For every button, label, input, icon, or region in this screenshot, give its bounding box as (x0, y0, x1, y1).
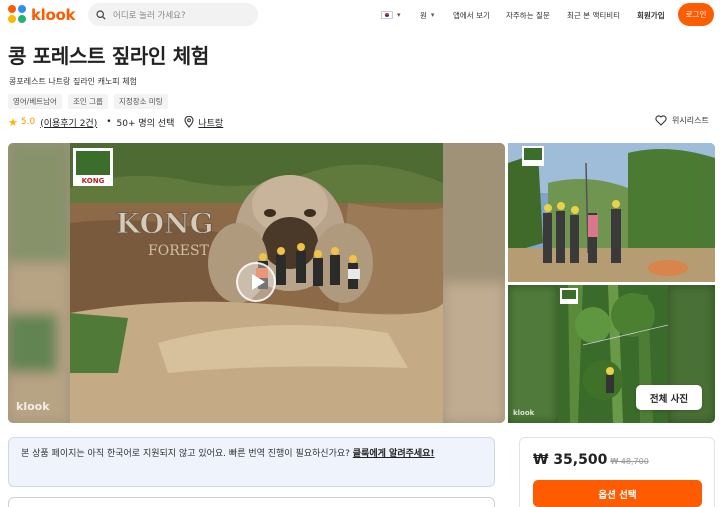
wishlist-label: 위시리스트 (672, 116, 709, 125)
chevron-down-icon: ▾ (397, 11, 401, 19)
login-button[interactable]: 로그인 (678, 3, 714, 26)
nav-app-link[interactable]: 앱에서 보기 (453, 0, 490, 30)
rating-row: ★ 5.0 (이용후기 2건) • 50+ 명의 선택 나트랑 (8, 114, 223, 130)
svg-text:FOREST: FOREST (148, 243, 210, 259)
top-header: klook 어디로 놀러 가세요? ▾ 원 ▾ 앱에서 보기 자주하는 질문 최… (0, 0, 720, 30)
language-selector[interactable]: ▾ (381, 0, 401, 30)
product-tags: 영어/베트남어 조인 그룹 지정장소 미팅 (8, 94, 168, 109)
nav-recent-link[interactable]: 최근 본 액티비티 (567, 0, 620, 30)
group-photo (508, 143, 715, 282)
klook-watermark-small: klook (513, 409, 535, 417)
location-pin-icon (184, 116, 194, 128)
product-subtitle: 콩포레스트 나트랑 짚라인 캐노피 체험 (9, 77, 137, 86)
info-panel (8, 497, 495, 507)
tag-group: 조인 그룹 (67, 94, 108, 109)
search-bar[interactable]: 어디로 놀러 가세요? (88, 3, 258, 26)
logo-wordmark: klook (31, 5, 76, 24)
original-price: ₩ 48,700 (610, 457, 649, 466)
play-video-button[interactable] (236, 262, 276, 302)
nav-faq-link[interactable]: 자주하는 질문 (506, 0, 550, 30)
klook-watermark: klook (16, 400, 50, 413)
klook-logo-icon (8, 5, 27, 24)
location-link[interactable]: 나트랑 (198, 116, 223, 129)
kong-sign-text: KONG (116, 207, 213, 240)
notify-klook-link[interactable]: 클룩에게 알려주세요! (353, 449, 435, 459)
select-option-button[interactable]: 옵션 선택 (533, 480, 702, 507)
tag-meeting: 지정장소 미팅 (113, 94, 168, 109)
notice-text: 본 상품 페이지는 아직 한국어로 지원되지 않고 있어요. 빠른 번역 진행이… (21, 449, 353, 459)
price-block: ₩ 35,500 ₩ 48,700 (533, 452, 649, 468)
heart-icon (655, 115, 667, 126)
booking-card: ₩ 35,500 ₩ 48,700 옵션 선택 (519, 437, 715, 507)
rating-value: 5.0 (20, 117, 36, 127)
current-price: ₩ 35,500 (533, 452, 608, 468)
klook-logo[interactable]: klook (8, 5, 76, 24)
svg-text:KONG: KONG (82, 177, 105, 185)
korea-flag-icon (381, 11, 393, 19)
booked-count: 50+ 명의 선택 (116, 118, 175, 129)
all-photos-button[interactable]: 전체 사진 (636, 385, 702, 410)
gallery-photo-zipline[interactable]: klook 전체 사진 (508, 285, 715, 423)
nav-signup-label: 회원가입 (637, 10, 665, 20)
currency-label: 원 (420, 10, 427, 20)
gallery-photo-group[interactable] (508, 143, 715, 282)
wishlist-button[interactable]: 위시리스트 (655, 115, 709, 126)
star-icon: ★ (8, 115, 18, 129)
nav-faq-label: 자주하는 질문 (506, 10, 550, 20)
page-title: 콩 포레스트 짚라인 체험 (8, 44, 209, 68)
reviews-link[interactable]: (이용후기 2건) (40, 116, 97, 129)
nav-recent-label: 최근 본 액티비티 (567, 10, 621, 20)
main-gallery-photo[interactable]: KONG FOREST KONG klook (8, 143, 505, 423)
tag-language: 영어/베트남어 (8, 94, 62, 109)
nav-signup-link[interactable]: 회원가입 (637, 0, 665, 30)
currency-selector[interactable]: 원 ▾ (420, 0, 434, 30)
search-placeholder: 어디로 놀러 가세요? (113, 10, 186, 21)
chevron-down-icon: ▾ (430, 11, 435, 19)
translation-notice: 본 상품 페이지는 아직 한국어로 지원되지 않고 있어요. 빠른 번역 진행이… (8, 437, 495, 487)
nav-app-label: 앱에서 보기 (453, 10, 490, 20)
separator-dot: • (106, 117, 112, 127)
search-icon (96, 9, 106, 20)
